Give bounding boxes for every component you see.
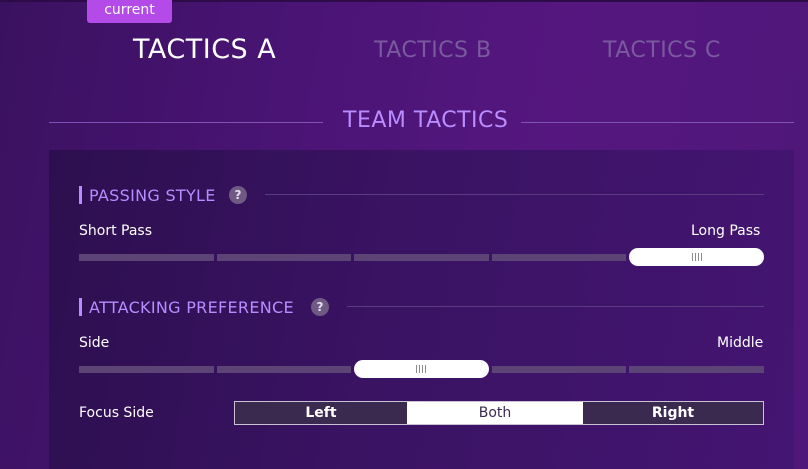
passing-style-segment[interactable] — [79, 254, 214, 261]
tab-tactics-b[interactable]: TACTICS B — [374, 38, 492, 63]
passing-style-left-label: Short Pass — [79, 223, 153, 239]
focus-side-left-option[interactable]: Left — [235, 402, 407, 424]
focus-side-label: Focus Side — [79, 405, 154, 421]
passing-style-title: PASSING STYLE — [89, 186, 216, 205]
passing-style-help-icon[interactable]: ? — [229, 186, 247, 204]
passing-style-thumb[interactable] — [629, 248, 764, 266]
attacking-preference-thumb[interactable] — [354, 360, 489, 378]
section-divider-left — [49, 122, 323, 123]
grip-icon — [691, 253, 702, 261]
passing-style-marker — [79, 186, 82, 204]
passing-style-segment[interactable] — [216, 254, 352, 261]
passing-style-right-label: Long Pass — [691, 223, 761, 239]
passing-style-segment[interactable] — [491, 254, 627, 261]
attacking-preference-segment[interactable] — [629, 366, 764, 373]
attacking-preference-left-label: Side — [79, 335, 110, 351]
attacking-preference-help-icon[interactable]: ? — [311, 298, 329, 316]
passing-style-segment[interactable] — [354, 254, 489, 261]
section-divider-right — [521, 122, 794, 123]
grip-icon — [416, 365, 427, 373]
attacking-preference-segment[interactable] — [79, 366, 214, 373]
attacking-preference-rule — [347, 306, 764, 307]
passing-style-rule — [265, 194, 764, 195]
focus-side-toggle: Left Both Right — [234, 401, 764, 425]
attacking-preference-marker — [79, 298, 82, 316]
attacking-preference-segment[interactable] — [491, 366, 627, 373]
attacking-preference-right-label: Middle — [717, 335, 764, 351]
current-badge: current — [87, 0, 172, 23]
tab-tactics-c[interactable]: TACTICS C — [603, 38, 721, 63]
focus-side-both-option[interactable]: Both — [407, 402, 583, 424]
tab-tactics-a[interactable]: TACTICS A — [133, 34, 276, 65]
attacking-preference-segment[interactable] — [216, 366, 352, 373]
focus-side-right-option[interactable]: Right — [583, 402, 763, 424]
section-title: TEAM TACTICS — [343, 108, 509, 133]
attacking-preference-title: ATTACKING PREFERENCE — [89, 298, 294, 317]
